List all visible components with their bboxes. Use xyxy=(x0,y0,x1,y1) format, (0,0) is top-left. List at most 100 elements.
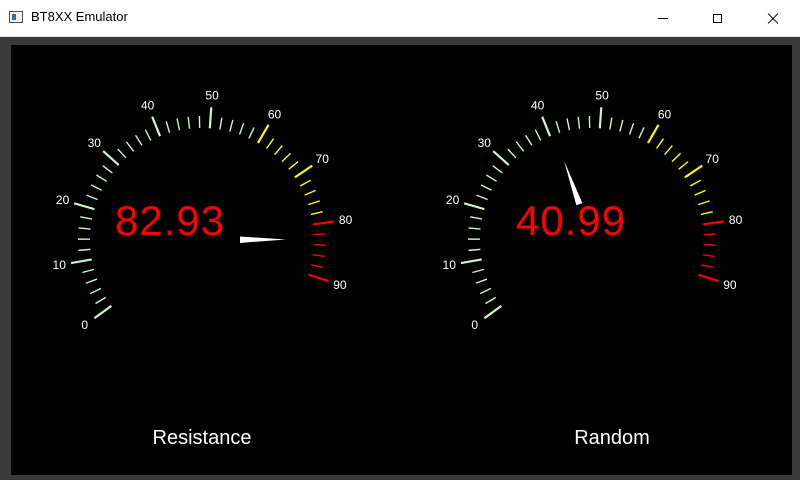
resistance-label: Resistance xyxy=(152,427,252,449)
gauge-minor-tick xyxy=(678,161,689,170)
gauge-panel-resistance: 0 10 20 30 40 50 60 70 80 90 82.93 Resistance xyxy=(11,45,401,475)
gauge-minor-tick xyxy=(86,194,98,201)
gauge-major-tick xyxy=(492,150,510,166)
gauge-minor-tick xyxy=(229,119,234,132)
gauge-minor-tick xyxy=(80,216,93,220)
close-button[interactable] xyxy=(750,0,796,36)
gauge-tick-label: 40 xyxy=(531,99,545,113)
gauge-minor-tick xyxy=(609,117,613,130)
gauge-minor-tick xyxy=(701,264,714,269)
gauge-tick-label: 70 xyxy=(706,152,720,166)
gauge-minor-tick xyxy=(515,141,525,152)
gauge-tick-label: 40 xyxy=(141,99,155,113)
gauge-minor-tick xyxy=(95,296,107,305)
gauge-minor-tick xyxy=(144,129,152,141)
gauge-minor-tick xyxy=(566,118,571,131)
gauge-major-tick xyxy=(647,124,660,144)
gauge-minor-tick xyxy=(671,152,682,163)
minimize-icon xyxy=(658,17,668,19)
gauge-minor-tick xyxy=(577,116,581,129)
gauge-tick-label: 60 xyxy=(658,107,672,121)
gauge-minor-tick xyxy=(89,287,102,295)
gauge-minor-tick xyxy=(134,134,143,146)
gauge-minor-tick xyxy=(219,117,223,130)
gauge-dial-resistance: 0 10 20 30 40 50 60 70 80 90 xyxy=(53,88,353,332)
gauge-minor-tick xyxy=(125,141,135,152)
maximize-button[interactable] xyxy=(694,0,740,36)
gauge-minor-tick xyxy=(655,138,665,149)
gauge-minor-tick xyxy=(698,200,710,206)
gauge-tick-label: 80 xyxy=(339,213,353,227)
gauge-tick-label: 10 xyxy=(53,258,67,272)
gauge-minor-tick xyxy=(703,243,716,246)
gauge-major-tick xyxy=(102,150,120,166)
gauge-minor-tick xyxy=(96,174,107,182)
gauge-tick-label: 90 xyxy=(723,278,737,292)
gauge-minor-tick xyxy=(703,233,716,236)
gauge-tick-label: 70 xyxy=(316,152,330,166)
gauge-minor-tick xyxy=(312,254,326,258)
random-value-readout: 40.99 xyxy=(516,197,627,244)
gauge-tick-label: 90 xyxy=(333,278,347,292)
gauge-minor-tick xyxy=(619,119,624,132)
gauge-tick-label: 30 xyxy=(88,136,102,150)
gauge-minor-tick xyxy=(555,121,561,133)
gauge-minor-tick xyxy=(700,211,713,216)
gauge-minor-tick xyxy=(102,165,113,174)
gauge-minor-tick xyxy=(694,189,706,196)
gauge-minor-tick xyxy=(176,118,181,131)
gauge-major-tick xyxy=(702,220,724,226)
gauge-minor-tick xyxy=(507,148,517,159)
gauge-tick-label: 50 xyxy=(205,88,219,102)
gauge-panel-random: 0 10 20 30 40 50 60 70 80 90 40.99 Random xyxy=(401,45,791,475)
gauge-minor-tick xyxy=(238,122,245,135)
gauge-minor-tick xyxy=(468,227,481,230)
gauge-major-tick xyxy=(93,304,113,320)
gauge-minor-tick xyxy=(313,233,326,236)
minimize-button[interactable] xyxy=(640,0,686,36)
gauge-tick-label: 20 xyxy=(56,193,70,207)
gauge-minor-tick xyxy=(534,129,542,141)
gauge-major-tick xyxy=(73,202,95,211)
gauge-minor-tick xyxy=(281,152,292,163)
gauge-minor-tick xyxy=(468,248,481,252)
gauge-needle xyxy=(239,236,286,243)
gauge-minor-tick xyxy=(638,127,645,139)
gauge-minor-tick xyxy=(480,184,492,191)
gauge-minor-tick xyxy=(486,174,497,182)
gauge-major-tick xyxy=(541,116,552,137)
gauge-minor-tick xyxy=(288,161,299,170)
gauge-minor-tick xyxy=(165,121,171,133)
gauge-tick-label: 60 xyxy=(268,107,282,121)
gauge-tick-label: 0 xyxy=(471,318,478,332)
gauge-major-tick xyxy=(308,273,329,283)
gauge-minor-tick xyxy=(689,179,701,187)
gauge-minor-tick xyxy=(664,145,673,156)
gauge-major-tick xyxy=(312,220,334,226)
gauge-minor-tick xyxy=(479,287,492,295)
gauge-minor-tick xyxy=(308,200,320,206)
resistance-value-readout: 82.93 xyxy=(115,197,226,244)
gauge-major-tick xyxy=(598,107,603,129)
gauge-minor-tick xyxy=(78,227,91,230)
gauge-minor-tick xyxy=(117,148,127,159)
gauge-minor-tick xyxy=(475,278,488,284)
gauge-major-tick xyxy=(684,164,703,179)
gauge-minor-tick xyxy=(524,134,533,146)
gauge-tick-label: 50 xyxy=(595,88,609,102)
gauge-major-tick xyxy=(698,273,719,283)
gauge-minor-tick xyxy=(492,165,503,174)
gauge-minor-tick xyxy=(470,216,483,220)
gauge-minor-tick xyxy=(187,116,191,129)
gauge-minor-tick xyxy=(265,138,275,149)
close-icon xyxy=(767,12,779,24)
gauge-minor-tick xyxy=(472,268,485,274)
gauge-dial-random: 0 10 20 30 40 50 60 70 80 90 xyxy=(443,88,743,332)
gauge-minor-tick xyxy=(311,264,324,269)
gauge-minor-tick xyxy=(628,122,635,135)
gauge-minor-tick xyxy=(78,248,91,252)
gauge-minor-tick xyxy=(304,189,316,196)
gauge-major-tick xyxy=(294,164,313,179)
gauge-tick-label: 80 xyxy=(729,213,743,227)
gauge-minor-tick xyxy=(310,211,323,216)
